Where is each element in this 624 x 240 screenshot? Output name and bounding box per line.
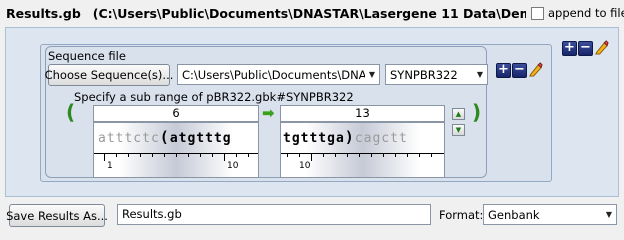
format-label: Format: <box>439 208 484 222</box>
remove-panel-icon[interactable]: − <box>578 41 593 56</box>
spin-down-button[interactable]: ▼ <box>452 124 465 136</box>
output-path: (C:\Users\Public\Documents\DNASTAR\Laser… <box>92 6 526 21</box>
ruler-tick <box>335 153 336 157</box>
title-bar: Results.gb (C:\Users\Public\Documents\DNA… <box>6 6 526 21</box>
ruler-tick <box>299 153 300 157</box>
ruler-tick <box>371 153 372 157</box>
range-end-sequence-view[interactable]: tgtttga)cagctt 10 <box>280 122 445 178</box>
sequence-name-value: SYNPBR322 <box>390 67 458 82</box>
ruler-tick <box>188 153 189 157</box>
ruler-tick <box>383 153 384 157</box>
start-sequence-text: atttctc(atgtttg <box>98 128 232 146</box>
range-start-sequence-view[interactable]: atttctc(atgtttg 1 10 <box>93 122 259 178</box>
ruler-tick <box>140 153 141 157</box>
range-close-paren: ) <box>472 100 482 124</box>
range-start-input[interactable]: 6 <box>93 105 259 122</box>
ruler-tick <box>248 153 249 157</box>
ruler-tick <box>311 153 312 161</box>
subrange-label: Specify a sub range of pBR322.gbk#SYNPBR… <box>74 90 354 104</box>
append-checkbox[interactable] <box>531 6 544 20</box>
ruler-label: 10 <box>299 161 311 171</box>
format-dropdown[interactable]: Genbank ▼ <box>483 204 617 225</box>
append-label: append to file <box>548 6 624 20</box>
ruler-tick <box>176 153 177 157</box>
spin-up-button[interactable]: ▲ <box>452 108 465 120</box>
save-results-button[interactable]: Save Results As... <box>6 204 108 227</box>
end-bold-seq: tgtttga <box>283 131 345 146</box>
ruler-tick <box>128 153 129 157</box>
choose-sequence-button[interactable]: Choose Sequence(s)... <box>45 64 173 86</box>
sequence-file-label: Sequence file <box>48 49 126 63</box>
end-faint-suffix: cagctt <box>354 131 408 146</box>
range-open-paren: ( <box>66 100 76 124</box>
ruler-tick <box>431 153 432 157</box>
start-faint-prefix: atttctc <box>98 131 160 146</box>
append-to-file-option[interactable]: append to file <box>531 6 624 20</box>
end-paren: ) <box>344 128 355 146</box>
start-bold-seq: atgtttg <box>169 131 232 146</box>
ruler-label: 1 <box>107 161 113 171</box>
start-paren: ( <box>159 128 170 146</box>
ruler-tick <box>323 153 324 157</box>
ruler-tick <box>152 153 153 157</box>
ruler-tick <box>359 153 360 157</box>
output-name-field[interactable]: Results.gb <box>117 204 431 225</box>
remove-sequence-icon[interactable]: − <box>512 63 527 78</box>
ruler-label: 10 <box>227 161 239 171</box>
edit-panel-icon[interactable] <box>594 40 609 55</box>
range-end-input[interactable]: 13 <box>280 105 445 122</box>
chevron-down-icon: ▼ <box>605 210 613 219</box>
sequence-path-value: C:\Users\Public\Documents\DNAS <box>182 67 365 82</box>
edit-sequence-icon[interactable] <box>528 62 543 77</box>
ruler-tick <box>164 153 165 157</box>
output-file-name: Results.gb <box>6 6 81 21</box>
ruler-tick <box>347 153 348 157</box>
sequence-name-dropdown[interactable]: SYNPBR322 ▼ <box>385 64 488 85</box>
format-value: Genbank <box>488 207 540 222</box>
ruler-tick <box>116 153 117 157</box>
sequence-path-dropdown[interactable]: C:\Users\Public\Documents\DNAS ▼ <box>177 64 380 85</box>
ruler-tick <box>200 153 201 157</box>
ruler-tick <box>287 153 288 157</box>
chevron-down-icon: ▼ <box>368 70 376 79</box>
chevron-down-icon: ▼ <box>476 70 484 79</box>
ruler-tick <box>212 153 213 157</box>
arrow-right-icon: ➡ <box>262 104 275 122</box>
ruler-tick <box>395 153 396 157</box>
ruler-tick <box>104 153 105 161</box>
ruler-tick <box>407 153 408 157</box>
add-panel-icon[interactable]: + <box>562 41 577 56</box>
end-sequence-text: tgtttga)cagctt <box>283 128 408 146</box>
ruler-tick <box>236 153 237 157</box>
ruler-tick <box>224 153 225 161</box>
ruler-tick <box>419 153 420 157</box>
add-sequence-icon[interactable]: + <box>496 63 511 78</box>
